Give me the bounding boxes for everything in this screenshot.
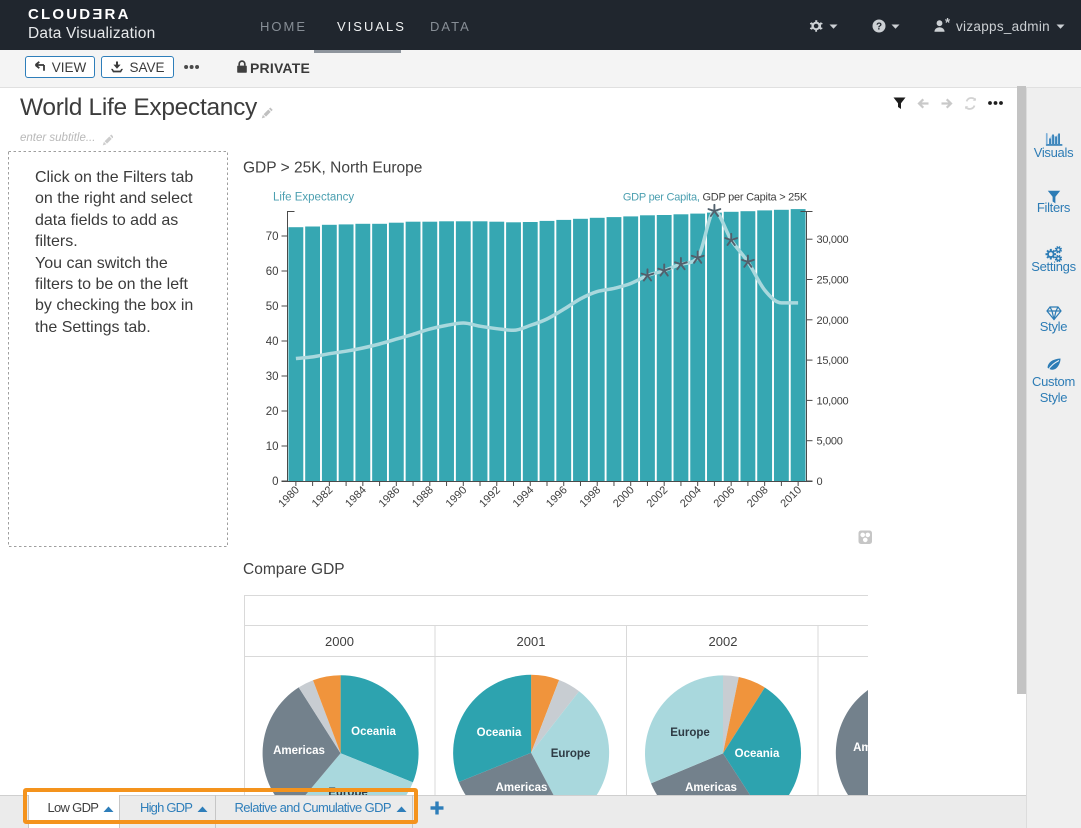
svg-text:Oceania: Oceania [351, 726, 396, 738]
svg-text:1982: 1982 [310, 484, 336, 510]
svg-text:50: 50 [266, 301, 279, 313]
svg-text:30: 30 [266, 371, 279, 383]
svg-text:1994: 1994 [511, 484, 537, 510]
svg-text:20: 20 [266, 406, 279, 418]
svg-text:1986: 1986 [377, 484, 403, 510]
svg-text:10,000: 10,000 [817, 395, 849, 407]
svg-text:Americas: Americas [853, 742, 868, 754]
svg-text:40: 40 [266, 336, 279, 348]
svg-text:2008: 2008 [745, 484, 771, 510]
svg-text:1998: 1998 [578, 484, 604, 510]
svg-text:1990: 1990 [444, 484, 470, 510]
svg-text:Americas: Americas [685, 782, 737, 794]
svg-text:Oceania: Oceania [477, 727, 522, 739]
svg-text:1984: 1984 [343, 484, 369, 510]
svg-text:2000: 2000 [325, 634, 354, 649]
svg-text:25,000: 25,000 [817, 275, 849, 287]
svg-text:1992: 1992 [477, 484, 503, 510]
svg-text:GDP > 25K, North Europe: GDP > 25K, North Europe [243, 160, 422, 177]
svg-text:2010: 2010 [778, 484, 804, 510]
svg-text:20,000: 20,000 [817, 315, 849, 327]
svg-text:2000: 2000 [611, 484, 637, 510]
svg-text:70: 70 [266, 231, 279, 243]
svg-text:Europe: Europe [670, 727, 710, 739]
svg-text:1988: 1988 [410, 484, 436, 510]
svg-text:Americas: Americas [496, 782, 548, 794]
svg-text:2002: 2002 [709, 634, 738, 649]
svg-text:GDP per Capita, GDP per Capita: GDP per Capita, GDP per Capita > 25K [623, 191, 808, 203]
svg-text:2004: 2004 [678, 484, 704, 510]
svg-text:2006: 2006 [712, 484, 738, 510]
svg-text:30,000: 30,000 [817, 234, 849, 246]
svg-text:Oceania: Oceania [735, 748, 780, 760]
svg-text:2002: 2002 [645, 484, 671, 510]
svg-text:Americas: Americas [273, 745, 325, 757]
svg-text:0: 0 [817, 476, 823, 488]
svg-text:60: 60 [266, 266, 279, 278]
svg-text:?: ? [876, 22, 882, 33]
svg-text:1980: 1980 [276, 484, 302, 510]
svg-text:Europe: Europe [551, 748, 591, 760]
svg-text:2001: 2001 [517, 634, 546, 649]
svg-text:0: 0 [272, 476, 278, 488]
svg-text:Life Expectancy: Life Expectancy [273, 191, 354, 203]
svg-text:1996: 1996 [544, 484, 570, 510]
svg-text:Compare GDP: Compare GDP [243, 561, 345, 578]
svg-text:15,000: 15,000 [817, 355, 849, 367]
svg-text:10: 10 [266, 441, 279, 453]
svg-text:5,000: 5,000 [817, 436, 843, 448]
